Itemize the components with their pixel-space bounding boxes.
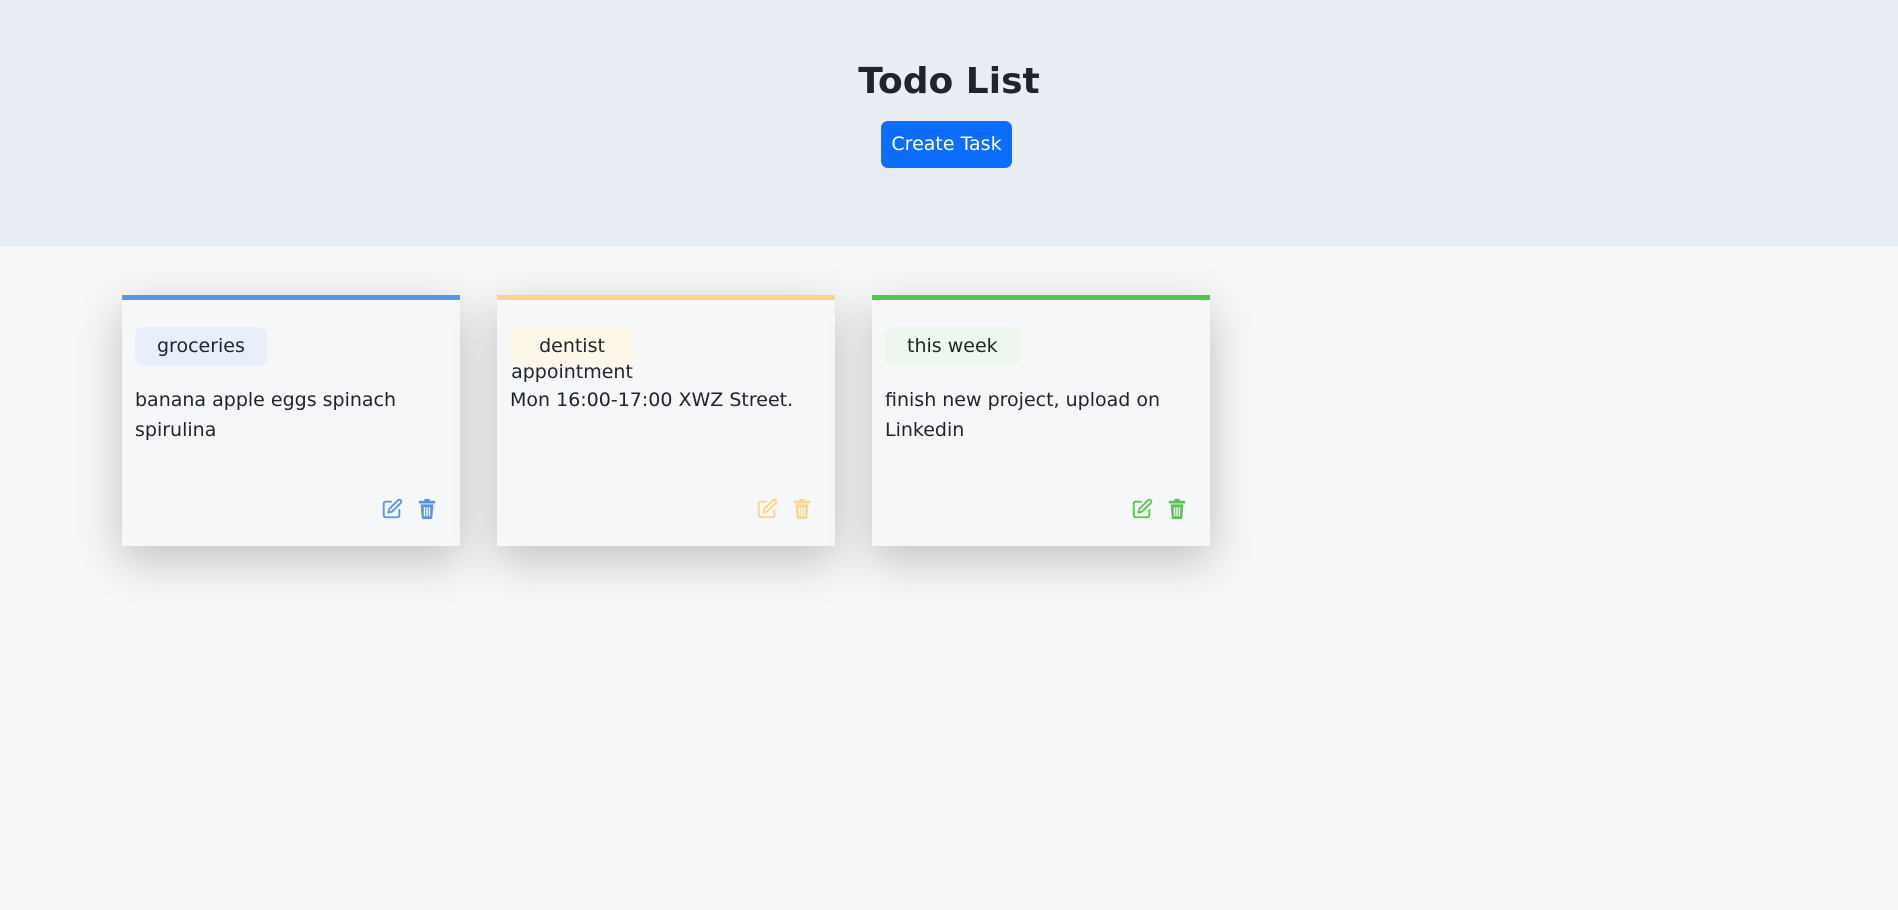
card-actions [1131, 498, 1188, 520]
card-actions [756, 498, 813, 520]
card-accent-bar [872, 295, 1210, 300]
trash-icon[interactable] [791, 498, 813, 520]
card-description: banana apple eggs spinach spirulina [135, 389, 397, 441]
edit-icon[interactable] [381, 498, 403, 520]
card-description: Mon 16:00-17:00 XWZ Street. [510, 389, 794, 411]
edit-icon[interactable] [1131, 498, 1153, 520]
card-description: finish new project, upload on Linkedin [885, 389, 1161, 441]
trash-icon[interactable] [1166, 498, 1188, 520]
card-tag: dentist appointment [510, 327, 634, 383]
card-tag: groceries [135, 327, 267, 366]
create-task-button[interactable]: Create Task [881, 121, 1012, 168]
task-card-groceries: groceries banana apple eggs spinach spir… [122, 295, 460, 546]
trash-icon[interactable] [416, 498, 438, 520]
card-accent-bar [497, 295, 835, 300]
page-title: Todo List [858, 61, 1040, 102]
task-card-dentist: dentist appointment Mon 16:00-17:00 XWZ … [497, 295, 835, 546]
card-accent-bar [122, 295, 460, 300]
task-card-this-week: this week finish new project, upload on … [872, 295, 1210, 546]
edit-icon[interactable] [756, 498, 778, 520]
card-tag-line2: appointment [511, 361, 633, 383]
header: Todo List Create Task [0, 0, 1898, 246]
card-tag: this week [885, 327, 1020, 366]
card-actions [381, 498, 438, 520]
